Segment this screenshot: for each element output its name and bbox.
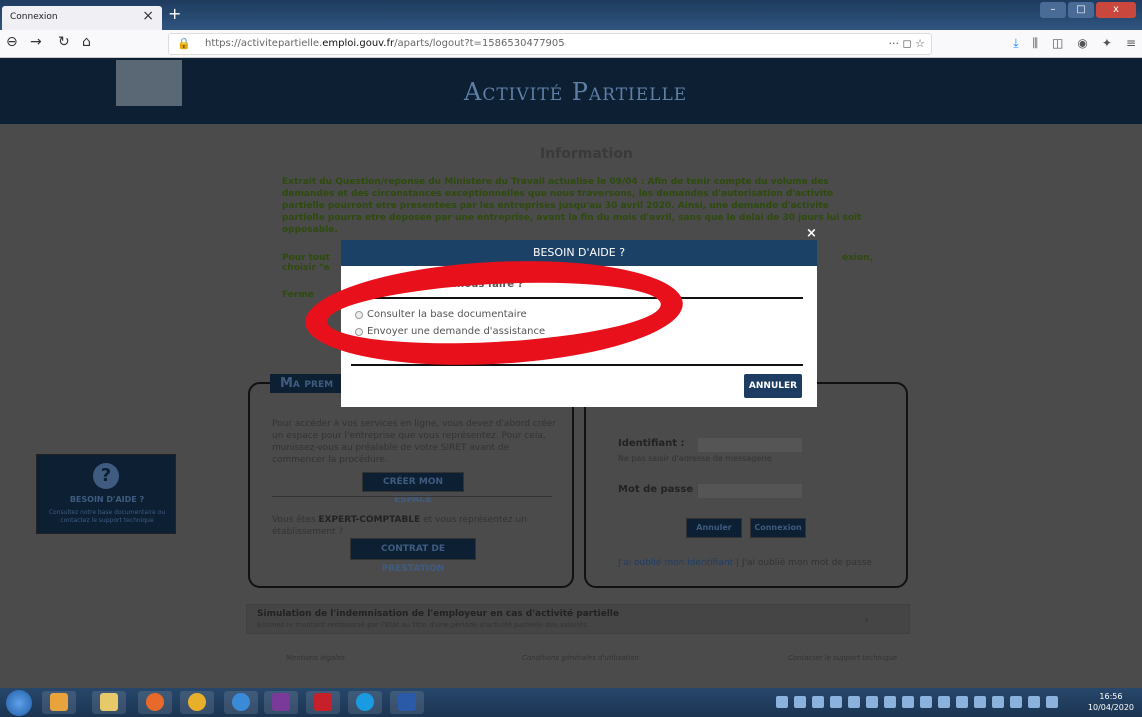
account-icon[interactable]: ◉: [1077, 36, 1087, 51]
home-icon[interactable]: ⌂: [82, 34, 91, 50]
minimize-icon[interactable]: –: [1040, 2, 1066, 18]
tray-icon[interactable]: [1010, 696, 1022, 708]
tray-icon[interactable]: [830, 696, 842, 708]
annuler-button[interactable]: ANNULER: [744, 374, 802, 398]
info-paragraph: Extrait du Question/reponse du Ministere…: [282, 177, 862, 235]
modal-title: BESOIN D'AIDE ?: [341, 240, 817, 266]
tray-icon[interactable]: [848, 696, 860, 708]
library-icon[interactable]: ⫼: [1033, 36, 1039, 51]
info-line-2: Pour tout exion, choisir "e: [282, 253, 874, 273]
chevron-right-icon: ›: [864, 613, 869, 627]
taskbar-explorer-icon[interactable]: [92, 691, 126, 714]
taskbar-word-icon[interactable]: [390, 691, 424, 714]
taskbar-chrome-icon[interactable]: [180, 691, 214, 714]
republique-francaise-logo: [116, 60, 182, 106]
tray-icon[interactable]: [938, 696, 950, 708]
url-text: https://activitepartielle.emploi.gouv.fr…: [205, 38, 565, 49]
start-button-icon[interactable]: [6, 690, 32, 716]
window-controls: – □ x: [1040, 2, 1136, 18]
browser-nav-bar: ⊖ → ↻ ⌂ 🔒 https://activitepartielle.empl…: [0, 30, 1142, 58]
address-bar[interactable]: 🔒 https://activitepartielle.emploi.gouv.…: [168, 33, 932, 55]
browser-tab-bar: Connexion × + – □ x: [0, 0, 1142, 30]
forgot-links: J'ai oublié mon identifiant | J'ai oubli…: [618, 558, 872, 568]
help-subtitle: Consultez notre base documentaire ou con…: [48, 509, 166, 524]
close-window-icon[interactable]: x: [1096, 2, 1136, 18]
new-tab-icon[interactable]: +: [168, 4, 181, 23]
taskbar-firefox-icon[interactable]: [138, 691, 172, 714]
forgot-password-link[interactable]: J'ai oublié mon mot de passe: [742, 558, 872, 568]
forgot-id-link[interactable]: J'ai oublié mon identifiant: [618, 558, 733, 568]
info-line-3: Ferme: [282, 290, 314, 300]
identifiant-input[interactable]: [698, 438, 802, 452]
identifiant-label: Identifiant :: [618, 438, 685, 449]
tray-icon[interactable]: [992, 696, 1004, 708]
tray-icon[interactable]: [884, 696, 896, 708]
tab-close-icon[interactable]: ×: [142, 8, 154, 24]
back-icon[interactable]: ⊖: [6, 34, 18, 50]
simulation-title: Simulation de l'indemnisation de l'emplo…: [257, 609, 619, 619]
panel-title: Ma prem: [270, 374, 344, 393]
tray-icon[interactable]: [974, 696, 986, 708]
footer-cgu-link[interactable]: Conditions générales d'utilisation: [522, 654, 639, 662]
taskbar-ie-icon[interactable]: [224, 691, 258, 714]
tray-icon[interactable]: [1046, 696, 1058, 708]
info-title: Information: [540, 146, 633, 162]
modal-divider-bottom: [351, 364, 803, 366]
browser-toolbar: ⤓ ⫼ ◫ ◉ ✦ ≡: [1013, 36, 1136, 51]
create-space-text: Pour accéder à vos services en ligne, vo…: [272, 419, 557, 465]
footer-legal-link[interactable]: Mentions légales: [286, 654, 345, 662]
extensions-icon[interactable]: ✦: [1102, 36, 1112, 51]
close-icon[interactable]: ×: [806, 226, 817, 241]
tray-icon[interactable]: [866, 696, 878, 708]
identifiant-hint: Ne pas saisir d'adresse de messagerie: [618, 454, 772, 463]
tray-icon[interactable]: [956, 696, 968, 708]
login-button[interactable]: Connexion: [750, 518, 806, 538]
taskbar-acrobat-icon[interactable]: [306, 691, 340, 714]
site-header: Activité Partielle: [0, 58, 1142, 124]
taskbar-skype-icon[interactable]: [348, 691, 382, 714]
tray-icon[interactable]: [776, 696, 788, 708]
help-title: BESOIN D'AIDE ?: [69, 495, 145, 504]
download-icon[interactable]: ⤓: [1013, 36, 1018, 51]
create-space-button[interactable]: CRÉER MON ESPACE: [362, 472, 464, 505]
system-tray: [776, 696, 1088, 710]
sidebar-icon[interactable]: ◫: [1052, 36, 1063, 51]
url-actions[interactable]: ··· ◻ ☆: [889, 37, 925, 50]
create-space-panel: Ma prem Pour accéder à vos services en l…: [248, 374, 574, 588]
clock[interactable]: 16:56 10/04/2020: [1088, 691, 1134, 713]
menu-icon[interactable]: ≡: [1126, 36, 1136, 51]
reload-icon[interactable]: ↻: [58, 34, 70, 50]
tray-icon[interactable]: [794, 696, 806, 708]
site-title: Activité Partielle: [464, 78, 688, 106]
tray-icon[interactable]: [1028, 696, 1040, 708]
expert-comptable-text: Vous êtes EXPERT-COMPTABLE et vous repré…: [272, 515, 527, 537]
tray-icon[interactable]: [902, 696, 914, 708]
password-label: Mot de passe :: [618, 484, 701, 495]
password-input[interactable]: [698, 484, 802, 498]
forward-icon[interactable]: →: [30, 34, 42, 50]
footer-support-link[interactable]: Contacter le support technique: [788, 654, 897, 662]
tab-title: Connexion: [10, 12, 58, 22]
question-icon: ?: [93, 463, 119, 489]
divider: [272, 496, 552, 497]
taskbar-onenote-icon[interactable]: [264, 691, 298, 714]
maximize-icon[interactable]: □: [1068, 2, 1094, 18]
tray-icon[interactable]: [812, 696, 824, 708]
lock-icon: 🔒: [177, 37, 191, 50]
simulation-link[interactable]: Simulation de l'indemnisation de l'emplo…: [246, 604, 910, 634]
taskbar-outlook-icon[interactable]: [42, 691, 76, 714]
browser-tab[interactable]: Connexion ×: [2, 6, 162, 30]
windows-taskbar: 16:56 10/04/2020: [0, 688, 1142, 717]
cancel-button[interactable]: Annuler: [686, 518, 742, 538]
contract-button[interactable]: CONTRAT DE PRESTATION: [350, 538, 476, 574]
tray-icon[interactable]: [920, 696, 932, 708]
help-box[interactable]: ? BESOIN D'AIDE ? Consultez notre base d…: [36, 454, 176, 534]
simulation-subtitle: Estimez le montant remboursé par l'Etat …: [257, 621, 587, 629]
